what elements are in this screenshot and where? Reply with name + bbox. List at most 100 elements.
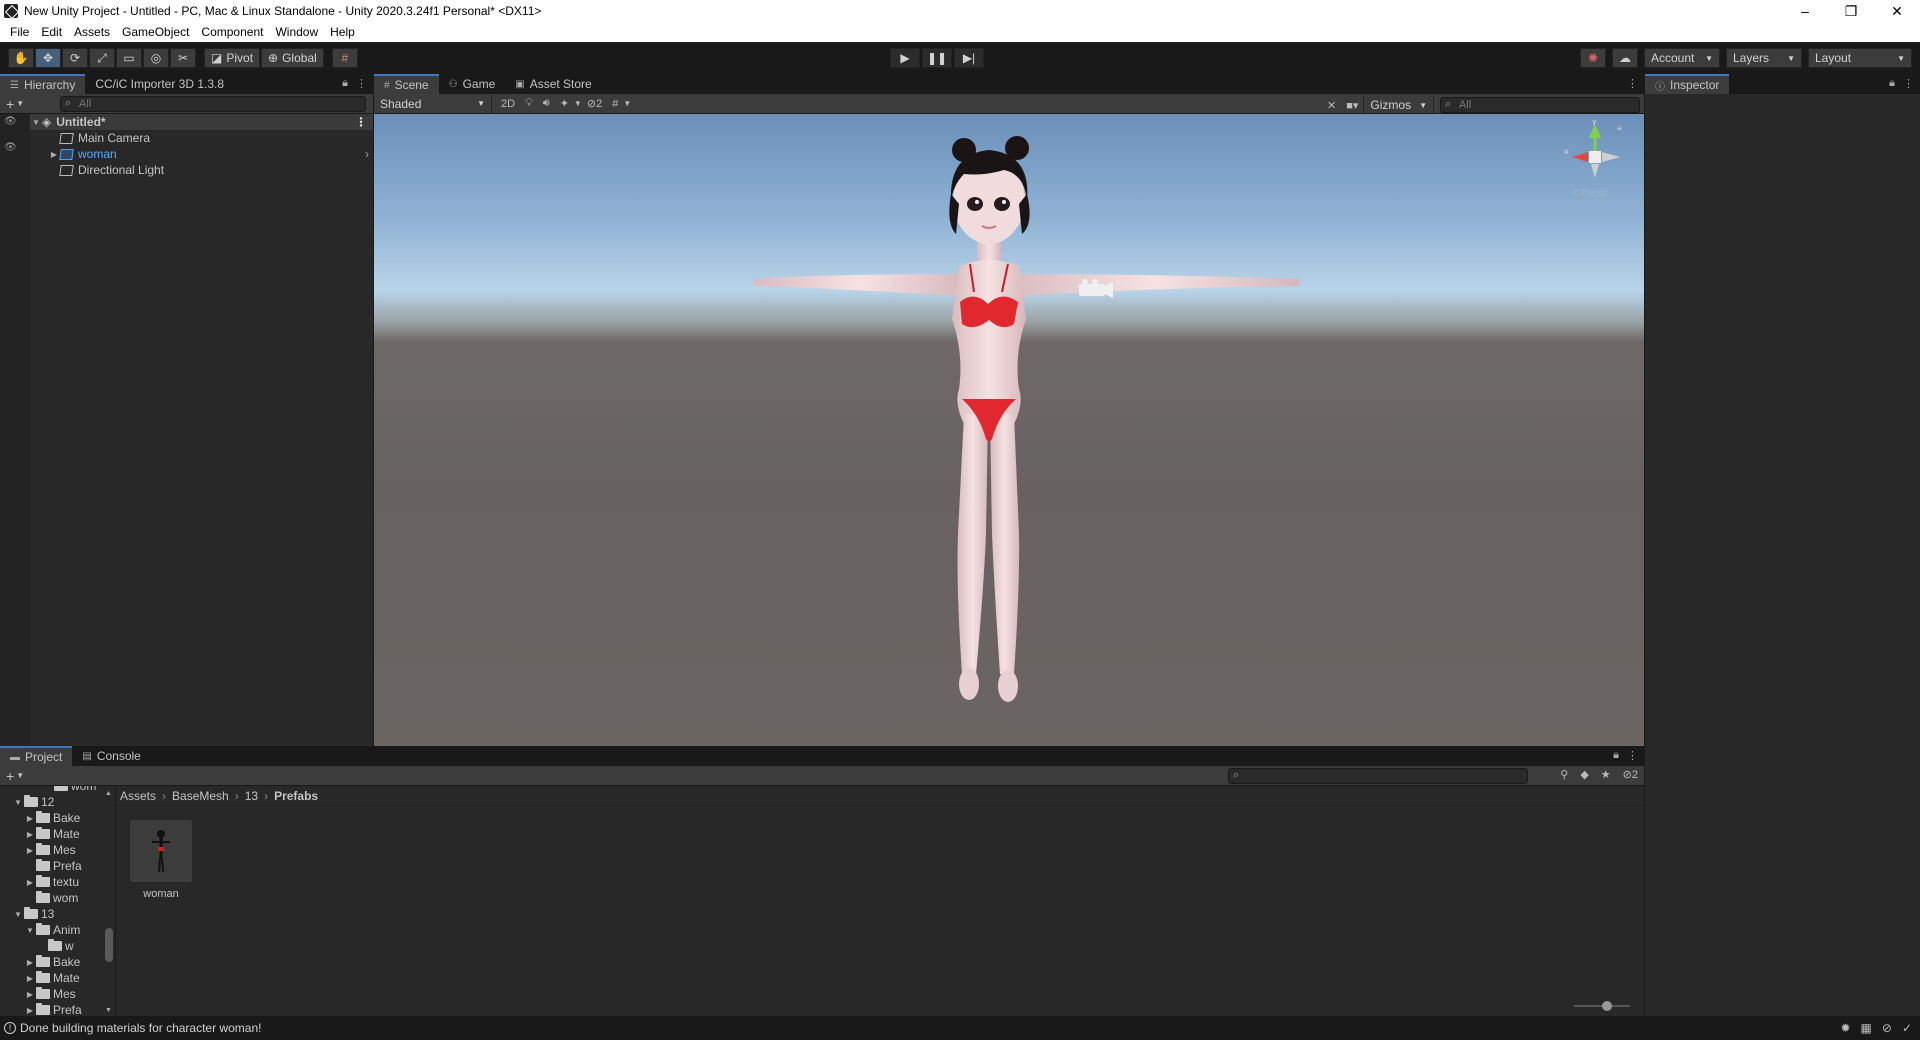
- chevron-down-icon[interactable]: ▼: [623, 99, 631, 108]
- project-search-input[interactable]: [1228, 767, 1528, 784]
- audio-icon[interactable]: 🔊︎: [538, 97, 555, 110]
- kebab-menu-icon[interactable]: ⋮: [1627, 77, 1638, 90]
- tree-folder-item[interactable]: ▶ textu: [0, 874, 115, 890]
- chevron-down-icon[interactable]: ▼: [24, 926, 36, 935]
- tab-console[interactable]: ▤ Console: [72, 746, 150, 766]
- chevron-right-icon[interactable]: ▶: [24, 846, 36, 855]
- tree-folder-item[interactable]: ▼ 13: [0, 906, 115, 922]
- scale-tool-button[interactable]: ⤢: [89, 48, 115, 68]
- eye-icon[interactable]: 👁︎: [4, 116, 17, 127]
- tree-folder-item[interactable]: ▶ Mate: [0, 826, 115, 842]
- tab-inspector[interactable]: ⓘ Inspector: [1645, 74, 1730, 94]
- rotate-tool-button[interactable]: ⟳: [62, 48, 88, 68]
- favorite-star-icon[interactable]: ★: [1601, 768, 1611, 781]
- layout-dropdown[interactable]: Layout ▼: [1808, 48, 1912, 68]
- kebab-menu-icon[interactable]: ⋮: [355, 115, 367, 129]
- tree-folder-item[interactable]: wom: [0, 890, 115, 906]
- custom-tool-button[interactable]: ✂: [170, 48, 196, 68]
- progress-check-icon[interactable]: ✓: [1902, 1021, 1912, 1035]
- tree-folder-item[interactable]: Prefa: [0, 858, 115, 874]
- slider-thumb[interactable]: [1602, 1001, 1612, 1011]
- transform-tool-button[interactable]: ◎: [143, 48, 169, 68]
- scrollbar-thumb[interactable]: [105, 928, 113, 962]
- hierarchy-item-main-camera[interactable]: Main Camera: [30, 130, 373, 146]
- chevron-down-icon[interactable]: ▼: [12, 798, 24, 807]
- cloud-button[interactable]: ☁: [1612, 48, 1638, 68]
- menu-assets[interactable]: Assets: [68, 25, 116, 39]
- tab-scene[interactable]: # Scene: [374, 74, 439, 94]
- search-by-label-icon[interactable]: ◆: [1580, 768, 1588, 781]
- step-button[interactable]: ▶|: [954, 48, 984, 68]
- rect-tool-button[interactable]: ▭: [116, 48, 142, 68]
- restore-button[interactable]: ❐: [1828, 0, 1874, 22]
- grid-snap-button[interactable]: #: [331, 48, 358, 68]
- menu-window[interactable]: Window: [269, 25, 324, 39]
- menu-help[interactable]: Help: [324, 25, 361, 39]
- play-button[interactable]: ▶: [890, 48, 920, 68]
- chevron-right-icon[interactable]: ▶: [24, 878, 36, 887]
- tree-folder-item[interactable]: ▶ Prefa: [0, 1002, 115, 1016]
- scene-search-input[interactable]: All: [1440, 97, 1640, 113]
- tree-folder-item[interactable]: ▶ Bake: [0, 810, 115, 826]
- layers-dropdown[interactable]: Layers ▼: [1726, 48, 1802, 68]
- gizmos-dropdown[interactable]: Gizmos ▼: [1363, 96, 1434, 114]
- grid-toggle-icon[interactable]: #: [607, 98, 623, 110]
- cache-icon[interactable]: ▦: [1861, 1021, 1872, 1035]
- tab-project[interactable]: ▬ Project: [0, 746, 73, 766]
- scene-row[interactable]: ▼ ◈ Untitled* ⋮: [30, 114, 373, 130]
- bug-icon[interactable]: ✹: [1840, 1021, 1850, 1035]
- scroll-up-icon[interactable]: ▲: [105, 790, 112, 797]
- chevron-right-icon[interactable]: ▶: [24, 1006, 36, 1015]
- lighting-icon[interactable]: 💡︎: [520, 97, 538, 110]
- breadcrumb-item[interactable]: Prefabs: [274, 789, 318, 803]
- hierarchy-item-woman[interactable]: ▶ woman ›: [30, 146, 373, 162]
- kebab-menu-icon[interactable]: ⋮: [1627, 749, 1638, 762]
- toggle-2d-button[interactable]: 2D: [496, 98, 520, 110]
- hidden-packages-icon[interactable]: ⊘2: [1623, 768, 1638, 781]
- asset-item-woman[interactable]: woman: [130, 820, 192, 900]
- tab-game[interactable]: ⚇ Game: [439, 74, 506, 94]
- close-window-button[interactable]: ✕: [1874, 0, 1920, 22]
- move-tool-button[interactable]: ✥: [35, 48, 61, 68]
- chevron-down-icon[interactable]: ▼: [30, 118, 42, 127]
- breadcrumb-item[interactable]: BaseMesh: [172, 789, 229, 803]
- status-message[interactable]: Done building materials for character wo…: [20, 1021, 261, 1035]
- pivot-toggle-button[interactable]: ◪ Pivot: [204, 48, 261, 68]
- lock-icon[interactable]: 🔒︎: [342, 77, 348, 90]
- scene-visibility-icon[interactable]: ⊘2: [582, 97, 607, 110]
- thumbnail-size-slider[interactable]: [1574, 1000, 1630, 1012]
- menu-gameobject[interactable]: GameObject: [116, 25, 195, 39]
- menu-file[interactable]: File: [4, 25, 35, 39]
- orientation-gizmo[interactable]: y x 🔒︎ ≺ Persp: [1560, 117, 1630, 200]
- tree-scrollbar[interactable]: ▲ ▼: [104, 786, 114, 1016]
- shading-mode-dropdown[interactable]: Shaded ▼: [374, 94, 492, 113]
- persp-label[interactable]: ≺ Persp: [1570, 188, 1607, 199]
- tree-folder-item[interactable]: ▶ Mes: [0, 842, 115, 858]
- chevron-down-icon[interactable]: ▼: [574, 99, 582, 108]
- eye-icon[interactable]: 👁︎: [4, 142, 17, 153]
- tree-folder-item[interactable]: wom: [0, 786, 115, 794]
- chevron-right-icon[interactable]: ▶: [48, 150, 60, 159]
- chevron-right-icon[interactable]: ▶: [24, 814, 36, 823]
- hierarchy-item-directional-light[interactable]: Directional Light: [30, 162, 373, 178]
- chevron-down-icon[interactable]: ▼: [16, 99, 24, 108]
- pause-button[interactable]: ❚❚: [922, 48, 952, 68]
- tab-hierarchy[interactable]: ☰ Hierarchy: [0, 74, 86, 94]
- hierarchy-search-input[interactable]: All: [60, 95, 366, 112]
- camera-settings-icon[interactable]: ■▾: [1341, 99, 1363, 112]
- lock-icon[interactable]: 🔒︎: [1889, 77, 1895, 90]
- search-by-type-icon[interactable]: ⚲: [1560, 768, 1568, 781]
- tools-icon[interactable]: ✕: [1322, 99, 1341, 112]
- account-dropdown[interactable]: Account ▼: [1644, 48, 1720, 68]
- create-plus-button[interactable]: +: [6, 96, 14, 112]
- open-prefab-arrow-icon[interactable]: ›: [365, 147, 369, 161]
- breadcrumb-item[interactable]: 13: [245, 789, 258, 803]
- chevron-right-icon[interactable]: ▶: [24, 830, 36, 839]
- tree-folder-item[interactable]: ▼ Anim: [0, 922, 115, 938]
- chevron-down-icon[interactable]: ▼: [16, 771, 24, 780]
- minimize-button[interactable]: –: [1782, 0, 1828, 22]
- global-toggle-button[interactable]: ⊕ Global: [261, 48, 324, 68]
- tree-folder-item[interactable]: ▼ 12: [0, 794, 115, 810]
- hand-tool-button[interactable]: ✋: [8, 48, 34, 68]
- collab-button[interactable]: ✺: [1580, 48, 1606, 68]
